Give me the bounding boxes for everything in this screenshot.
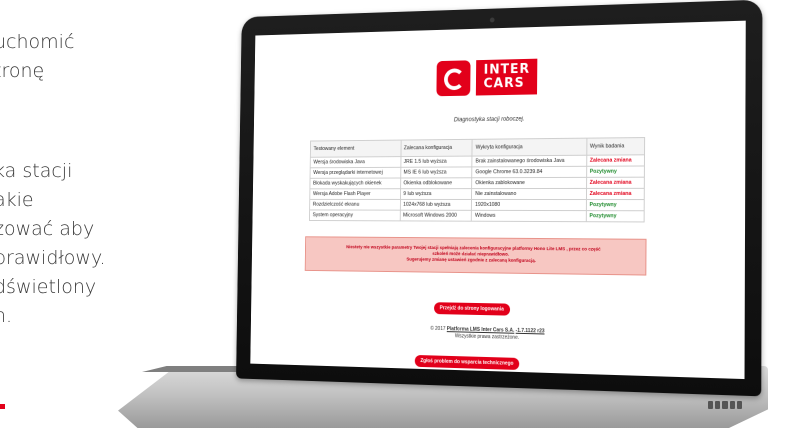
laptop-lid: INTER CARS Diagnostyka stacji roboczej. … xyxy=(236,0,763,397)
warning-alert: Niestety nie wszystkie parametry Twojej … xyxy=(304,236,647,276)
page-subtitle: Diagnostyka stacji roboczej. xyxy=(453,116,525,124)
logo-mark-icon xyxy=(436,60,471,97)
cell: Wersja środowiska Java xyxy=(310,156,401,168)
side-line: n. xyxy=(0,305,13,327)
side-line: dświetlony xyxy=(0,276,97,298)
cell: Blokada wyskakujących okienek xyxy=(309,178,401,189)
side-line: tronę xyxy=(0,60,45,82)
cell: JRE 1.5 lub wyższa xyxy=(400,156,473,168)
version-link[interactable]: -1.7.1122 r23 xyxy=(516,328,545,335)
side-line: prawidłowy. xyxy=(0,247,106,269)
cell: 1920x1080 xyxy=(471,199,587,211)
camera-icon xyxy=(489,17,495,23)
cell: 1024x768 lub wyższa xyxy=(399,199,472,211)
side-text-top: uchomić tronę xyxy=(0,28,184,86)
side-line: uchomić xyxy=(0,31,75,53)
laptop-screen: INTER CARS Diagnostyka stacji roboczej. … xyxy=(250,20,746,380)
col-header: Testowany element xyxy=(310,140,401,158)
cell: MS IE 6 lub wyższa xyxy=(400,166,473,179)
accent-dot xyxy=(0,404,5,409)
logo-text: INTER CARS xyxy=(475,58,538,96)
col-header: Wykryta konfiguracja xyxy=(472,138,587,157)
side-line: ka stacji xyxy=(0,160,73,182)
table-row: System operacyjny Microsoft Windows 2000… xyxy=(309,209,645,222)
footer: © 2017 Platforma LMS Inter Cars S.A. -1.… xyxy=(251,322,745,348)
side-line: zować aby xyxy=(0,218,95,240)
cell: Rozdzielczość ekranu xyxy=(309,199,401,211)
login-button[interactable]: Przejdź do strony logowania xyxy=(434,302,510,316)
diagnostics-table: Testowany element Zalecana konfiguracja … xyxy=(309,137,645,222)
col-header: Zalecana konfiguracja xyxy=(400,139,473,157)
cell: Okienka zablokowane xyxy=(471,177,587,189)
result-cell: Zalecana zmiana xyxy=(586,177,645,189)
cell: Nie zainstalowano xyxy=(471,188,587,200)
cell: 9 lub wyższa xyxy=(400,188,472,200)
result-cell: Zalecana zmiana xyxy=(586,188,645,200)
table-row: Blokada wyskakujących okienek Okienka od… xyxy=(309,177,645,189)
side-line: akie xyxy=(0,189,34,211)
result-cell: Pozytywny xyxy=(586,165,645,178)
result-cell: Zalecana zmiana xyxy=(586,154,645,167)
result-cell: Pozytywny xyxy=(585,210,645,222)
cell: Okienka odblokowane xyxy=(400,177,473,189)
report-problem-button[interactable]: Zgłoś problem do wsparcia technicznego xyxy=(414,354,520,370)
cell: Microsoft Windows 2000 xyxy=(399,210,472,222)
cell: Brak zainstalowanego środowiska Java xyxy=(472,155,587,167)
inter-cars-logo: INTER CARS xyxy=(436,58,538,97)
cell: Google Chrome 63.0.3239.84 xyxy=(472,166,587,178)
side-text-bottom: ka stacji akie zować aby prawidłowy. dśw… xyxy=(0,157,184,331)
cell: Windows xyxy=(471,210,586,222)
cell: Wersja Adobe Flash Player xyxy=(309,188,401,200)
cell: System operacyjny xyxy=(309,209,400,221)
laptop-ports xyxy=(708,401,743,409)
result-cell: Pozytywny xyxy=(585,199,645,211)
table-row: Wersja Adobe Flash Player 9 lub wyższa N… xyxy=(309,188,645,200)
copyright: © 2017 xyxy=(430,325,446,333)
col-header: Wynik badania xyxy=(586,137,645,156)
table-row: Rozdzielczość ekranu 1024x768 lub wyższa… xyxy=(309,199,645,211)
cell: Wersja przeglądarki internetowej xyxy=(310,167,401,179)
